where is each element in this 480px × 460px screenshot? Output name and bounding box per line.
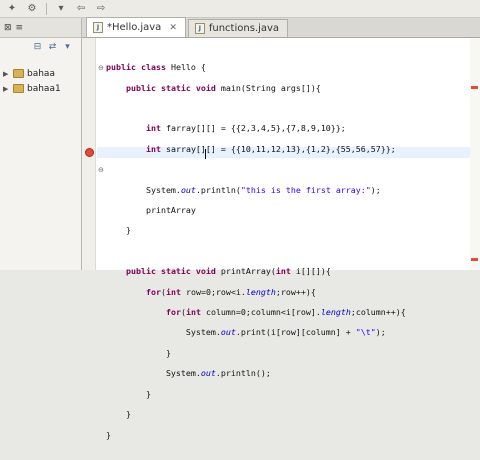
new-wizard-icon[interactable]: ✦ xyxy=(4,2,20,16)
link-editor-icon[interactable]: ⇄ xyxy=(47,42,58,53)
project-name: bahaa1 xyxy=(27,83,61,94)
code-editor: J *Hello.java ✕ J functions.java ⊖ ⊖ pub… xyxy=(82,17,480,440)
forward-icon[interactable]: ⇨ xyxy=(93,2,109,16)
code-line: System.out.println("this is the first ar… xyxy=(106,184,381,195)
code-line: } xyxy=(106,347,171,358)
code-line: } xyxy=(106,429,111,440)
java-file-icon: J xyxy=(194,23,205,34)
back-icon[interactable]: ⇦ xyxy=(73,2,89,16)
project-name: bahaa xyxy=(27,68,55,79)
tab-label: functions.java xyxy=(208,23,280,34)
code-line: System.out.print(i[row][column] + "\t"); xyxy=(106,327,386,338)
tab-functions-java[interactable]: J functions.java xyxy=(187,19,289,37)
code-line: int sarray[][] = {{10,11,12,13},{1,2},{5… xyxy=(145,143,396,154)
error-overview-mark[interactable] xyxy=(471,258,478,261)
toolbar-separator xyxy=(46,2,47,15)
error-overview-mark[interactable] xyxy=(471,86,478,89)
project-tree: ▶ bahaa ▶ bahaa1 xyxy=(0,56,81,96)
tree-item-bahaa[interactable]: ▶ bahaa xyxy=(0,66,81,81)
explorer-tab-close-icon[interactable]: ⊠ xyxy=(4,23,12,33)
editor-tabbar: J *Hello.java ✕ J functions.java xyxy=(82,17,480,38)
explorer-tab-outline-icon[interactable]: ≡ xyxy=(16,23,24,33)
package-explorer: ⊠ ≡ ⊟ ⇄ ▾ ▶ bahaa ▶ bahaa1 xyxy=(0,18,82,270)
code-line: } xyxy=(106,225,131,236)
error-marker-icon[interactable] xyxy=(85,148,94,157)
code-line: for(int column=0;column<i[row].length;co… xyxy=(165,307,406,318)
code-line: } xyxy=(106,388,151,399)
code-line: for(int row=0;row<i.length;row++){ xyxy=(145,286,316,297)
expand-arrow-icon[interactable]: ▶ xyxy=(3,70,10,78)
overview-ruler[interactable] xyxy=(470,38,480,270)
explorer-actions: ⊟ ⇄ ▾ xyxy=(0,38,81,56)
code-line: } xyxy=(106,409,131,420)
code-line: public static void printArray(int i[][])… xyxy=(125,266,331,277)
tab-label: *Hello.java xyxy=(107,22,162,33)
collapse-all-icon[interactable]: ⊟ xyxy=(32,42,43,53)
code-line: System.out.println(); xyxy=(106,368,271,379)
java-file-icon: J xyxy=(93,22,103,33)
fold-marker-icon[interactable]: ⊖ xyxy=(98,64,104,72)
tab-hello-java[interactable]: J *Hello.java ✕ xyxy=(86,17,186,37)
project-folder-icon xyxy=(13,69,24,78)
code-line: public class Hello { xyxy=(106,62,206,73)
explorer-tabbar: ⊠ ≡ xyxy=(0,18,81,38)
tree-item-bahaa1[interactable]: ▶ bahaa1 xyxy=(0,81,81,96)
expand-arrow-icon[interactable]: ▶ xyxy=(3,85,10,93)
view-menu-icon[interactable]: ▾ xyxy=(62,42,73,53)
text-cursor xyxy=(205,149,206,159)
project-folder-icon xyxy=(13,84,24,93)
code-text[interactable]: public class Hello { public static void … xyxy=(106,52,406,460)
fold-marker-icon[interactable]: ⊖ xyxy=(98,166,104,174)
code-line: printArray xyxy=(106,205,196,216)
run-config-icon[interactable]: ⚙ xyxy=(24,2,40,16)
code-line: int farray[][] = {{2,3,4,5},{7,8,9,10}}; xyxy=(145,123,346,134)
main-toolbar: ✦ ⚙ ▾ ⇦ ⇨ xyxy=(0,0,480,18)
code-line: public static void main(String args[]){ xyxy=(125,82,321,93)
close-icon[interactable]: ✕ xyxy=(169,23,177,33)
dropdown-icon[interactable]: ▾ xyxy=(53,2,69,16)
